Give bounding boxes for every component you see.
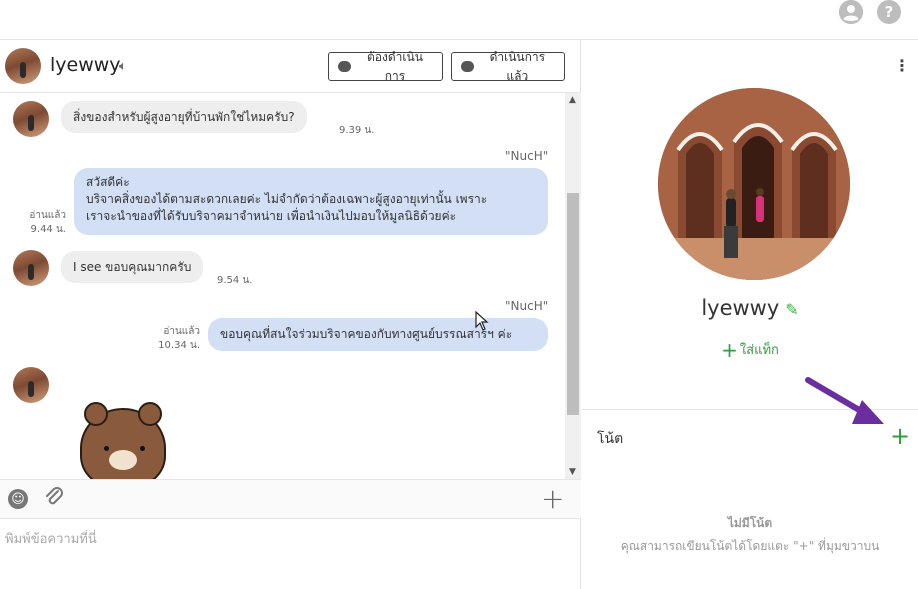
speaker-icon[interactable]: 🔈︎: [119, 59, 127, 74]
sticker-ear: [138, 402, 162, 426]
message-line: บริจาคสิ่งของได้ตามสะดวกเลยค่ะ ไม่จำกัดว…: [86, 192, 488, 206]
message-line: สวัสดีค่ะ: [86, 175, 130, 189]
notes-empty-subtitle: คุณสามารถเขียนโน้ตได้โดยแตะ "+" ที่มุมขว…: [620, 539, 880, 553]
message-time: 9.54 น.: [217, 275, 253, 286]
paperclip-icon[interactable]: [44, 486, 64, 513]
done-button[interactable]: ดำเนินการแล้ว: [451, 50, 565, 83]
read-receipt: อ่านแล้ว: [29, 210, 66, 221]
message-time: 9.39 น.: [339, 125, 375, 136]
add-tag-label: ใส่แท็ก: [739, 343, 779, 358]
help-icon[interactable]: ?: [877, 0, 901, 24]
message-line: เราจะนำของที่ได้รับบริจาคมาจำหน่าย เพื่อ…: [86, 209, 457, 223]
more-options-icon[interactable]: ⋮: [894, 56, 910, 75]
sender-name: "NucH": [505, 149, 549, 163]
contact-avatar[interactable]: [5, 48, 41, 84]
message-text: สิ่งของสำหรับผู้สูงอายุที่บ้านพักใช่ไหมค…: [73, 109, 295, 124]
sender-name: "NucH": [505, 299, 549, 313]
account-glyph: [839, 0, 863, 24]
message-list[interactable]: สิ่งของสำหรับผู้สูงอายุที่บ้านพักใช่ไหมค…: [0, 93, 565, 479]
profile-panel: ⋮ lyewwy ✎ + ใส่แท็ก โน้ต + ไม่มีโน้ต คุณส…: [582, 40, 918, 589]
chat-panel: lyewwy 🔈︎ ต้องดำเนินการ ดำเนินการแล้ว สิ…: [0, 40, 581, 589]
todo-button[interactable]: ต้องดำเนินการ: [328, 50, 443, 83]
todo-button-label: ต้องดำเนินการ: [367, 49, 423, 83]
edit-pencil-icon[interactable]: ✎: [785, 300, 798, 319]
profile-name-text: lyewwy: [701, 296, 780, 320]
outgoing-message-bubble[interactable]: สวัสดีค่ะ บริจาคสิ่งของได้ตามสะดวกเลยค่ะ…: [74, 168, 548, 235]
message-text: I see ขอบคุณมากครับ: [73, 259, 192, 274]
incoming-message-bubble[interactable]: I see ขอบคุณมากครับ: [61, 251, 204, 283]
done-button-label: ดำเนินการแล้ว: [489, 49, 546, 83]
paperclip-glyph: [46, 487, 63, 505]
composer: [0, 519, 581, 589]
profile-name: lyewwy ✎: [582, 296, 918, 320]
sticker-eye: [104, 446, 109, 451]
message-text: ขอบคุณที่สนใจร่วมบริจาคของกับทางศูนย์บรร…: [220, 327, 513, 341]
message-avatar[interactable]: [13, 250, 49, 286]
emoji-icon[interactable]: ☺: [8, 489, 28, 509]
chat-bubble-icon: [338, 61, 351, 72]
scroll-thumb[interactable]: [567, 193, 579, 415]
scroll-down-arrow-icon[interactable]: ▼: [569, 467, 576, 477]
bear-sticker[interactable]: [80, 402, 166, 479]
annotation-arrow-icon: [805, 377, 884, 424]
message-time: 10.34 น.: [158, 340, 200, 351]
profile-photo-image: [658, 88, 850, 280]
add-attachment-icon[interactable]: +: [541, 482, 564, 515]
mouse-cursor-icon: [475, 311, 489, 331]
notes-empty-title: ไม่มีโน้ต: [727, 516, 773, 530]
profile-photo[interactable]: [658, 88, 850, 280]
chat-header: lyewwy 🔈︎ ต้องดำเนินการ ดำเนินการแล้ว: [0, 40, 581, 93]
message-meta: อ่านแล้ว 9.44 น.: [6, 209, 66, 237]
message-scrollbar[interactable]: ▲ ▼: [565, 93, 581, 479]
message-input[interactable]: [0, 519, 580, 559]
message-meta: อ่านแล้ว 10.34 น.: [140, 325, 200, 353]
notes-label: โน้ต: [597, 431, 624, 447]
add-note-button[interactable]: +: [890, 422, 910, 450]
read-receipt: อ่านแล้ว: [163, 326, 200, 337]
outgoing-message-bubble[interactable]: ขอบคุณที่สนใจร่วมบริจาคของกับทางศูนย์บรร…: [208, 318, 548, 351]
contact-name[interactable]: lyewwy: [50, 54, 121, 76]
message-time: 9.44 น.: [30, 224, 66, 235]
sticker-muzzle: [109, 450, 137, 470]
message-avatar[interactable]: [13, 101, 49, 137]
top-bar: ?: [0, 0, 918, 40]
message-avatar[interactable]: [13, 367, 49, 403]
account-circle-icon[interactable]: [839, 0, 863, 24]
composer-toolbar: ☺ +: [0, 479, 581, 519]
sticker-eye: [140, 446, 145, 451]
chat-bubble-icon: [461, 61, 474, 72]
plus-icon: +: [721, 338, 738, 362]
sticker-ear: [84, 402, 108, 426]
scroll-up-arrow-icon[interactable]: ▲: [569, 95, 576, 105]
incoming-message-bubble[interactable]: สิ่งของสำหรับผู้สูงอายุที่บ้านพักใช่ไหมค…: [61, 101, 307, 133]
add-tag-button[interactable]: + ใส่แท็ก: [582, 338, 918, 362]
